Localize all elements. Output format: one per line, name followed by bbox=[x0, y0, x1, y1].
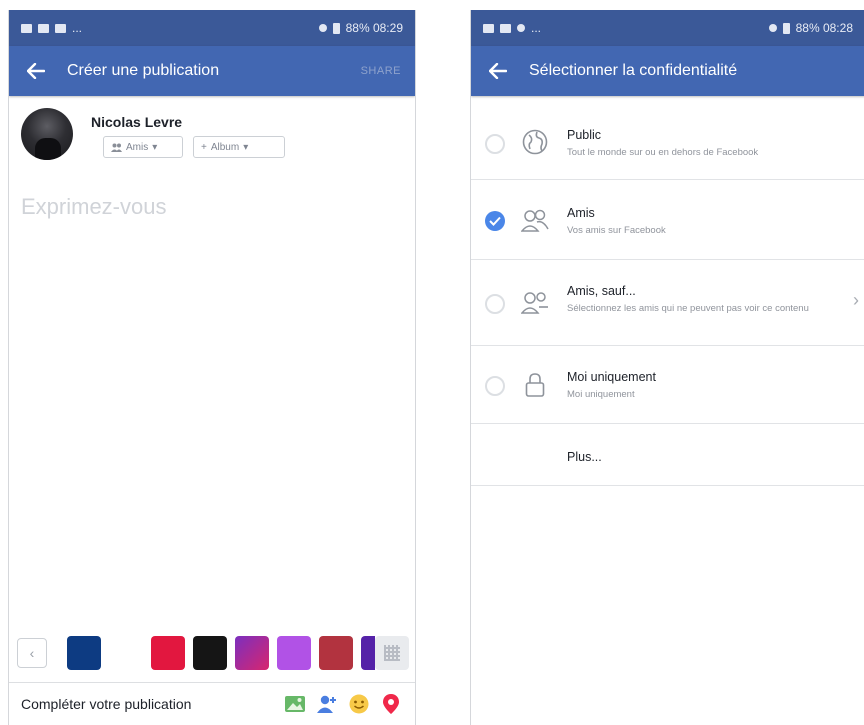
back-arrow-icon[interactable] bbox=[23, 59, 49, 83]
status-battery-time: 88% 08:28 bbox=[795, 21, 853, 35]
privacy-option-subtitle: Sélectionnez les amis qui ne peuvent pas… bbox=[567, 303, 809, 314]
privacy-option-title: Moi uniquement bbox=[567, 370, 656, 384]
tag-people-icon[interactable] bbox=[315, 692, 339, 716]
avatar[interactable] bbox=[21, 108, 73, 160]
chevron-down-icon: ▾ bbox=[152, 141, 158, 153]
privacy-option-public[interactable]: Public Tout le monde sur ou en dehors de… bbox=[471, 106, 864, 180]
author-name: Nicolas Levre bbox=[91, 114, 183, 130]
notification-icon bbox=[21, 23, 32, 33]
background-swatch[interactable] bbox=[235, 636, 269, 670]
radio-unchecked[interactable] bbox=[485, 376, 505, 396]
complete-post-label: Compléter votre publication bbox=[21, 696, 192, 712]
plus-icon: + bbox=[201, 141, 207, 153]
checkmark-icon bbox=[489, 216, 501, 226]
signal-icon bbox=[768, 24, 777, 32]
privacy-option-friends-except[interactable]: Amis, sauf... Sélectionnez les amis qui … bbox=[471, 260, 864, 346]
status-bar: ... 88% 08:29 bbox=[9, 10, 415, 46]
chevron-left-icon: ‹ bbox=[29, 645, 35, 661]
create-post-screen: ... 88% 08:29 Créer une publication SHAR… bbox=[8, 10, 416, 725]
composer-header: Nicolas Levre Amis ▾ + Album ▾ bbox=[21, 108, 403, 178]
background-swatch[interactable] bbox=[109, 636, 143, 670]
background-swatch[interactable] bbox=[193, 636, 227, 670]
photo-icon[interactable] bbox=[283, 692, 307, 716]
facebook-notification-icon bbox=[55, 23, 66, 33]
more-options-label: Plus... bbox=[567, 450, 602, 464]
status-notifications: ... bbox=[21, 21, 82, 35]
globe-icon bbox=[521, 128, 549, 156]
background-swatch[interactable] bbox=[277, 636, 311, 670]
status-battery-time: 88% 08:29 bbox=[345, 21, 403, 35]
battery-icon bbox=[332, 22, 340, 34]
chevron-down-icon: ▾ bbox=[243, 141, 249, 153]
privacy-option-subtitle: Tout le monde sur ou en dehors de Facebo… bbox=[567, 147, 759, 158]
friends-icon bbox=[111, 143, 122, 152]
privacy-option-more[interactable]: Plus... bbox=[471, 424, 864, 486]
privacy-option-title: Public bbox=[567, 128, 602, 142]
grid-icon bbox=[384, 645, 400, 661]
facebook-notification-icon bbox=[38, 23, 49, 33]
share-button[interactable]: SHARE bbox=[361, 65, 401, 77]
status-bar: ... 88% 08:28 bbox=[471, 10, 864, 46]
location-icon[interactable] bbox=[379, 692, 403, 716]
status-system: 88% 08:29 bbox=[318, 21, 403, 35]
page-title: Créer une publication bbox=[67, 62, 220, 79]
radio-checked[interactable] bbox=[485, 211, 505, 231]
battery-icon bbox=[782, 22, 790, 34]
friends-icon bbox=[521, 207, 549, 235]
background-color-picker: ‹ bbox=[9, 636, 415, 672]
audience-label: Amis bbox=[126, 141, 149, 153]
privacy-option-title: Amis bbox=[567, 206, 595, 220]
album-selector[interactable]: + Album ▾ bbox=[193, 136, 285, 158]
facebook-notification-icon bbox=[500, 23, 511, 33]
privacy-option-friends[interactable]: Amis Vos amis sur Facebook bbox=[471, 180, 864, 260]
post-tools bbox=[283, 692, 403, 716]
audience-selector[interactable]: Amis ▾ bbox=[103, 136, 183, 158]
privacy-option-subtitle: Vos amis sur Facebook bbox=[567, 225, 666, 236]
feeling-icon[interactable] bbox=[347, 692, 371, 716]
facebook-notification-icon bbox=[483, 23, 494, 33]
album-label: Album bbox=[210, 141, 240, 153]
background-swatch[interactable] bbox=[319, 636, 353, 670]
page-title: Sélectionner la confidentialité bbox=[529, 62, 738, 79]
radio-unchecked[interactable] bbox=[485, 294, 505, 314]
app-bar: Créer une publication SHARE bbox=[9, 46, 415, 96]
friends-except-icon bbox=[521, 289, 549, 317]
status-notifications: ... bbox=[483, 21, 541, 35]
privacy-option-title: Amis, sauf... bbox=[567, 284, 636, 298]
privacy-option-subtitle: Moi uniquement bbox=[567, 389, 635, 400]
composer-input[interactable]: Exprimez-vous bbox=[21, 194, 166, 220]
background-swatch[interactable] bbox=[361, 636, 375, 670]
privacy-screen: ... 88% 08:28 Sélectionner la confidenti… bbox=[470, 10, 864, 725]
swatch-grid-button[interactable] bbox=[375, 636, 409, 670]
signal-icon bbox=[318, 24, 327, 32]
status-more: ... bbox=[531, 21, 542, 35]
privacy-options: Public Tout le monde sur ou en dehors de… bbox=[471, 106, 864, 486]
privacy-option-only-me[interactable]: Moi uniquement Moi uniquement bbox=[471, 346, 864, 424]
back-arrow-icon[interactable] bbox=[485, 59, 511, 83]
lock-icon bbox=[521, 371, 549, 399]
messenger-notification-icon bbox=[517, 24, 525, 32]
status-more: ... bbox=[72, 21, 83, 35]
background-swatch[interactable] bbox=[67, 636, 101, 670]
radio-unchecked[interactable] bbox=[485, 134, 505, 154]
swatch-prev-button[interactable]: ‹ bbox=[17, 638, 47, 668]
background-swatch[interactable] bbox=[151, 636, 185, 670]
complete-post-bar[interactable]: Compléter votre publication bbox=[9, 682, 415, 725]
status-system: 88% 08:28 bbox=[768, 21, 853, 35]
chevron-right-icon[interactable]: › bbox=[853, 290, 859, 311]
app-bar: Sélectionner la confidentialité bbox=[471, 46, 864, 96]
